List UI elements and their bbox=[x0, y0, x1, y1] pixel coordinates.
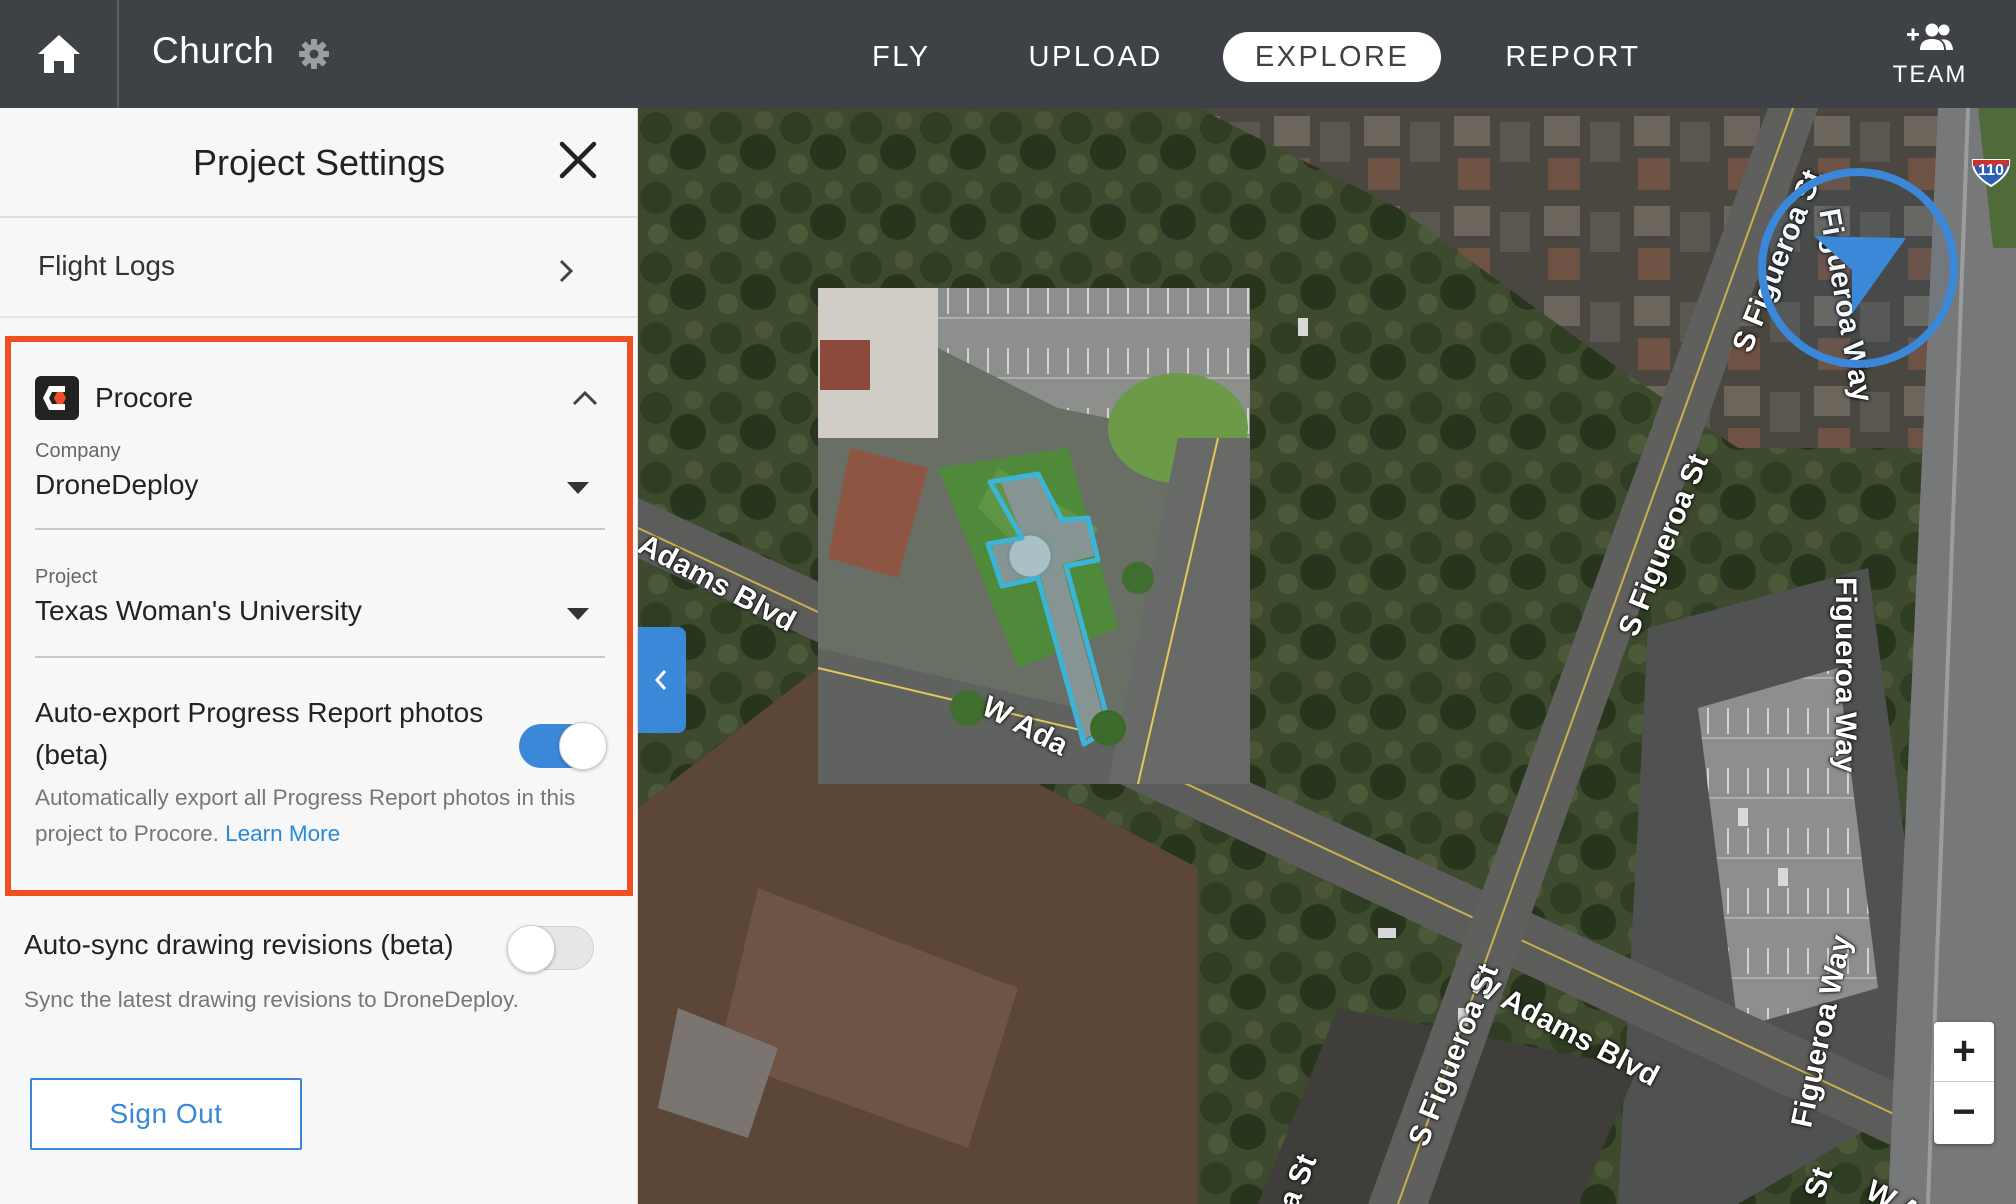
tab-fly[interactable]: FLY bbox=[840, 32, 963, 82]
auto-export-description: Automatically export all Progress Report… bbox=[35, 780, 595, 852]
orthomosaic-overlay bbox=[817, 288, 1251, 785]
project-settings-panel: Project Settings Flight Logs Procore Com… bbox=[0, 108, 638, 1204]
procore-section: Procore Company DroneDeploy Project Texa… bbox=[5, 336, 633, 896]
zoom-controls: + − bbox=[1934, 1022, 1994, 1144]
company-value: DroneDeploy bbox=[35, 469, 199, 500]
tab-upload[interactable]: UPLOAD bbox=[997, 32, 1195, 82]
company-label: Company bbox=[35, 440, 121, 462]
add-team-icon bbox=[1907, 23, 1953, 50]
flight-logs-row[interactable]: Flight Logs bbox=[0, 218, 637, 318]
company-select[interactable]: Company DroneDeploy bbox=[35, 440, 605, 530]
top-bar: Church FLY UPLOAD EXPLORE REPORT TEAM bbox=[0, 0, 2016, 108]
caret-down-icon bbox=[567, 608, 589, 620]
panel-title: Project Settings bbox=[192, 142, 446, 183]
procore-name: Procore bbox=[95, 382, 194, 413]
zoom-out-button[interactable]: − bbox=[1934, 1083, 1994, 1143]
auto-sync-toggle[interactable] bbox=[507, 925, 594, 973]
main-nav: FLY UPLOAD EXPLORE REPORT bbox=[840, 32, 1673, 82]
toggle-knob bbox=[507, 925, 555, 973]
tab-report[interactable]: REPORT bbox=[1473, 32, 1672, 82]
close-icon[interactable] bbox=[556, 138, 600, 182]
zoom-in-button[interactable]: + bbox=[1934, 1022, 1994, 1082]
gear-icon[interactable] bbox=[298, 38, 330, 70]
highway-number: 110 bbox=[1978, 162, 2004, 179]
procore-header[interactable]: Procore bbox=[35, 376, 615, 420]
toggle-knob bbox=[559, 722, 607, 770]
project-value: Texas Woman's University bbox=[35, 595, 362, 626]
auto-sync-description: Sync the latest drawing revisions to Dro… bbox=[24, 987, 519, 1012]
flight-logs-label: Flight Logs bbox=[38, 250, 175, 281]
project-select[interactable]: Project Texas Woman's University bbox=[35, 566, 605, 658]
tab-explore[interactable]: EXPLORE bbox=[1222, 32, 1442, 82]
collapse-panel-button[interactable] bbox=[638, 627, 686, 733]
team-button[interactable]: TEAM bbox=[1880, 22, 1980, 89]
procore-logo-icon bbox=[35, 376, 79, 420]
home-button[interactable] bbox=[0, 0, 119, 108]
chevron-left-icon bbox=[654, 670, 667, 690]
highway-shield: 110 bbox=[1970, 158, 2012, 188]
project-title: Church bbox=[152, 30, 275, 71]
auto-export-title: Auto-export Progress Report photos (beta… bbox=[35, 697, 484, 770]
chevron-right-icon bbox=[559, 259, 574, 283]
auto-sync-title: Auto-sync drawing revisions (beta) bbox=[24, 929, 454, 960]
learn-more-link[interactable]: Learn More bbox=[225, 821, 340, 846]
team-label: TEAM bbox=[1892, 61, 1968, 88]
street-label-figueroa-way-right: Figueroa Way bbox=[1829, 577, 1862, 773]
chevron-up-icon[interactable] bbox=[571, 388, 599, 408]
panel-header: Project Settings bbox=[0, 108, 637, 218]
sign-out-button[interactable]: Sign Out bbox=[30, 1078, 302, 1150]
caret-down-icon bbox=[567, 482, 589, 494]
project-label: Project bbox=[35, 566, 98, 588]
home-icon bbox=[37, 35, 80, 73]
compass-icon[interactable] bbox=[1756, 166, 1960, 370]
auto-export-toggle[interactable] bbox=[519, 722, 607, 770]
